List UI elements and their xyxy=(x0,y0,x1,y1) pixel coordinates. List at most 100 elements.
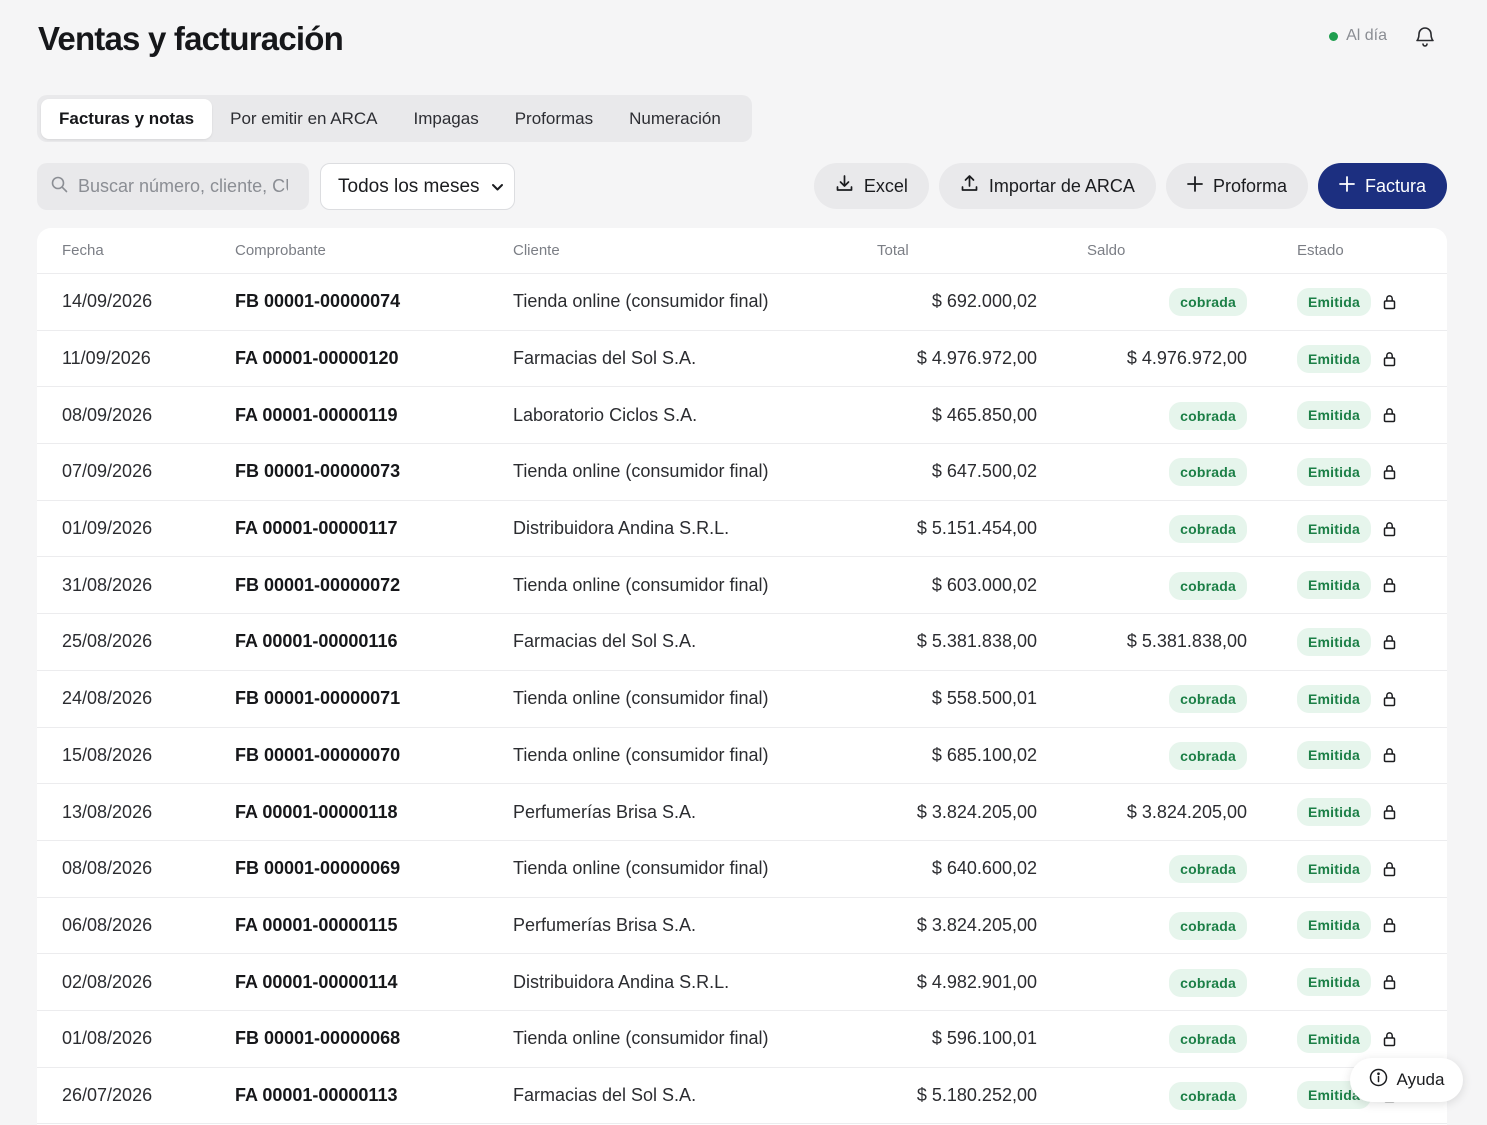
cell-fecha: 26/07/2026 xyxy=(62,1084,153,1105)
month-select[interactable]: Todos los meses xyxy=(320,163,515,210)
table-row[interactable]: 11/09/2026 FA 00001-00000120 Farmacias del… xyxy=(37,331,1447,388)
cell-comprobante[interactable]: FB 00001-00000074 xyxy=(235,291,400,312)
new-factura-button[interactable]: Factura xyxy=(1317,163,1447,209)
cell-comprobante[interactable]: FB 00001-00000070 xyxy=(235,745,400,766)
status-label: Al día xyxy=(1346,27,1387,44)
cell-comprobante[interactable]: FA 00001-00000118 xyxy=(235,802,397,823)
cell-estado: Emitida xyxy=(1297,1024,1397,1053)
info-icon xyxy=(1369,1068,1388,1092)
table-row[interactable]: 08/08/2026 FB 00001-00000069 Tienda online… xyxy=(37,841,1447,898)
cell-cliente: Perfumerías Brisa S.A. xyxy=(513,914,697,935)
cell-fecha: 11/09/2026 xyxy=(62,348,151,369)
cell-total: $ 647.500,02 xyxy=(931,461,1037,482)
table-row[interactable]: 25/08/2026 FA 00001-00000116 Farmacias del… xyxy=(37,614,1447,671)
status-badge: Emitida xyxy=(1297,401,1371,430)
cell-cliente: Tienda online (consumidor final) xyxy=(513,688,769,709)
bell-icon[interactable] xyxy=(1413,24,1437,48)
help-button-label: Ayuda xyxy=(1396,1070,1445,1089)
status-badge: Emitida xyxy=(1297,968,1371,997)
cell-comprobante[interactable]: FB 00001-00000068 xyxy=(235,1028,400,1049)
tab-numeracion[interactable]: Numeración xyxy=(611,99,739,139)
import-arca-button-label: Importar de ARCA xyxy=(988,175,1135,196)
cell-saldo: cobrada xyxy=(1169,515,1247,544)
status-badge: Emitida xyxy=(1297,854,1371,883)
upload-icon xyxy=(960,174,979,198)
saldo-badge: cobrada xyxy=(1169,1025,1247,1054)
status-badge: Emitida xyxy=(1297,1024,1371,1053)
excel-button[interactable]: Excel xyxy=(813,163,929,209)
column-header-cliente[interactable]: Cliente xyxy=(513,242,560,259)
lock-icon xyxy=(1383,351,1397,367)
table-row[interactable]: 13/08/2026 FA 00001-00000118 Perfumerías B… xyxy=(37,784,1447,841)
table-row[interactable]: 02/08/2026 FA 00001-00000114 Distribuidora… xyxy=(37,954,1447,1011)
lock-icon xyxy=(1383,464,1397,480)
cell-comprobante[interactable]: FA 00001-00000120 xyxy=(235,348,398,369)
cell-comprobante[interactable]: FB 00001-00000069 xyxy=(235,858,400,879)
status-badge: Emitida xyxy=(1297,287,1371,316)
saldo-badge: cobrada xyxy=(1169,855,1247,884)
cell-estado: Emitida xyxy=(1297,911,1397,940)
cell-cliente: Tienda online (consumidor final) xyxy=(513,461,769,482)
cell-estado: Emitida xyxy=(1297,514,1397,543)
cell-estado: Emitida xyxy=(1297,401,1397,430)
table-row[interactable]: 08/09/2026 FA 00001-00000119 Laboratorio C… xyxy=(37,387,1447,445)
saldo-badge: cobrada xyxy=(1169,515,1247,544)
import-arca-button[interactable]: Importar de ARCA xyxy=(938,163,1156,209)
cell-comprobante[interactable]: FA 00001-00000119 xyxy=(235,405,397,426)
cell-total: $ 558.500,01 xyxy=(931,688,1037,709)
search-input[interactable] xyxy=(78,176,288,197)
table-row[interactable]: 06/08/2026 FA 00001-00000115 Perfumerías B… xyxy=(37,898,1447,955)
table-row[interactable]: 01/08/2026 FB 00001-00000068 Tienda online… xyxy=(37,1011,1447,1068)
new-proforma-button-label: Proforma xyxy=(1212,175,1287,196)
cell-comprobante[interactable]: FA 00001-00000115 xyxy=(235,915,397,936)
lock-icon xyxy=(1383,407,1397,423)
column-header-comprobante[interactable]: Comprobante xyxy=(235,242,326,259)
table-row[interactable]: 15/08/2026 FB 00001-00000070 Tienda online… xyxy=(37,728,1447,785)
cell-cliente: Farmacias del Sol S.A. xyxy=(513,631,697,652)
table-row[interactable]: 14/09/2026 FB 00001-00000074 Tienda online… xyxy=(37,274,1447,331)
column-header-saldo[interactable]: Saldo xyxy=(1087,242,1125,259)
invoices-table: Fecha Comprobante Cliente Total Saldo Es… xyxy=(37,228,1447,1125)
cell-fecha: 07/09/2026 xyxy=(62,461,153,482)
table-row[interactable]: 01/09/2026 FA 00001-00000117 Distribuidora… xyxy=(37,501,1447,558)
sync-status: Al día xyxy=(1329,27,1387,45)
new-factura-button-label: Factura xyxy=(1364,175,1426,196)
cell-comprobante[interactable]: FB 00001-00000073 xyxy=(235,461,400,482)
lock-icon xyxy=(1383,634,1397,650)
table-row[interactable]: 24/08/2026 FB 00001-00000071 Tienda online… xyxy=(37,671,1447,728)
table-row[interactable]: 07/09/2026 FB 00001-00000073 Tienda online… xyxy=(37,444,1447,501)
cell-cliente: Tienda online (consumidor final) xyxy=(513,744,769,765)
cell-comprobante[interactable]: FA 00001-00000117 xyxy=(235,518,397,539)
column-header-estado[interactable]: Estado xyxy=(1297,242,1344,259)
table-row[interactable]: 31/08/2026 FB 00001-00000072 Tienda online… xyxy=(37,557,1447,615)
cell-total: $ 3.824.205,00 xyxy=(916,914,1037,935)
saldo-badge: cobrada xyxy=(1169,968,1247,997)
tab-impagas[interactable]: Impagas xyxy=(396,99,497,139)
month-select-value: Todos los meses xyxy=(338,175,480,197)
column-header-fecha[interactable]: Fecha xyxy=(62,242,104,259)
column-header-total[interactable]: Total xyxy=(877,242,909,259)
tab-por-emitir-en-arca[interactable]: Por emitir en ARCA xyxy=(212,99,395,139)
cell-comprobante[interactable]: FA 00001-00000116 xyxy=(235,631,397,652)
cell-saldo: cobrada xyxy=(1169,685,1247,714)
status-badge: Emitida xyxy=(1297,571,1371,600)
cell-saldo: cobrada xyxy=(1169,1025,1247,1054)
tab-proformas[interactable]: Proformas xyxy=(497,99,611,139)
cell-total: $ 4.982.901,00 xyxy=(916,971,1037,992)
cell-comprobante[interactable]: FB 00001-00000071 xyxy=(235,688,400,709)
cell-comprobante[interactable]: FB 00001-00000072 xyxy=(235,575,400,596)
tab-facturas-y-notas[interactable]: Facturas y notas xyxy=(41,98,213,139)
table-row[interactable]: 26/07/2026 FA 00001-00000113 Farmacias del… xyxy=(37,1068,1447,1125)
cell-saldo: cobrada xyxy=(1169,911,1247,940)
cell-comprobante[interactable]: FA 00001-00000114 xyxy=(235,972,397,993)
page-title: Ventas y facturación xyxy=(38,20,344,57)
cell-cliente: Tienda online (consumidor final) xyxy=(513,291,769,312)
cell-saldo: cobrada xyxy=(1169,458,1247,487)
search-icon xyxy=(51,176,68,198)
cell-comprobante[interactable]: FA 00001-00000113 xyxy=(235,1085,397,1106)
lock-icon xyxy=(1383,577,1397,593)
cell-fecha: 08/08/2026 xyxy=(62,858,153,879)
new-proforma-button[interactable]: Proforma xyxy=(1165,163,1308,209)
cell-estado: Emitida xyxy=(1297,344,1397,373)
help-button[interactable]: Ayuda xyxy=(1350,1058,1463,1102)
